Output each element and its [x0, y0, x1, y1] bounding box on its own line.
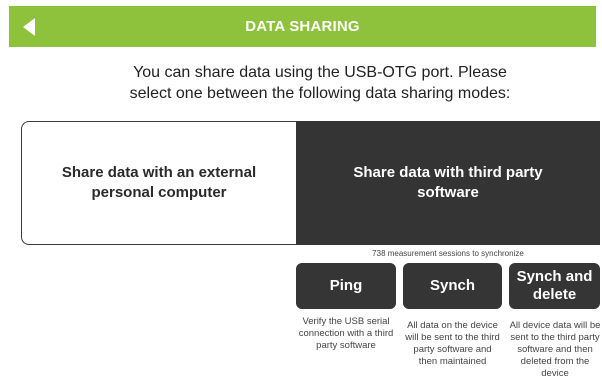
- page-title: DATA SHARING: [245, 18, 360, 35]
- intro-line-1: You can share data using the USB-OTG por…: [133, 64, 507, 81]
- mode-third-party-label: Share data with third party software: [353, 164, 543, 201]
- mode-external-pc-label: Share data with an external personal com…: [61, 164, 257, 201]
- synch-and-delete-button-label: Synch and delete: [516, 268, 593, 303]
- synch-description: All data on the device will be sent to t…: [405, 320, 500, 367]
- synch-and-delete-description: All device data will be sent to the thir…: [509, 320, 601, 379]
- ping-button-label: Ping: [329, 277, 363, 294]
- intro-line-2: select one between the following data sh…: [129, 85, 511, 102]
- top-bar: DATA SHARING: [9, 6, 596, 47]
- back-arrow-icon[interactable]: [23, 18, 35, 36]
- synch-button-label: Synch: [429, 277, 475, 294]
- intro-text: You can share data using the USB-OTG por…: [40, 62, 600, 104]
- mode-third-party-button[interactable]: Share data with third party software: [296, 121, 600, 245]
- ping-description: Verify the USB serial connection with a …: [298, 316, 394, 351]
- synch-and-delete-button[interactable]: Synch and delete: [509, 263, 600, 309]
- mode-external-pc-button[interactable]: Share data with an external personal com…: [21, 121, 296, 245]
- synch-button[interactable]: Synch: [403, 263, 502, 309]
- ping-button[interactable]: Ping: [296, 263, 396, 309]
- sessions-count-text: 738 measurement sessions to synchronize: [372, 249, 524, 258]
